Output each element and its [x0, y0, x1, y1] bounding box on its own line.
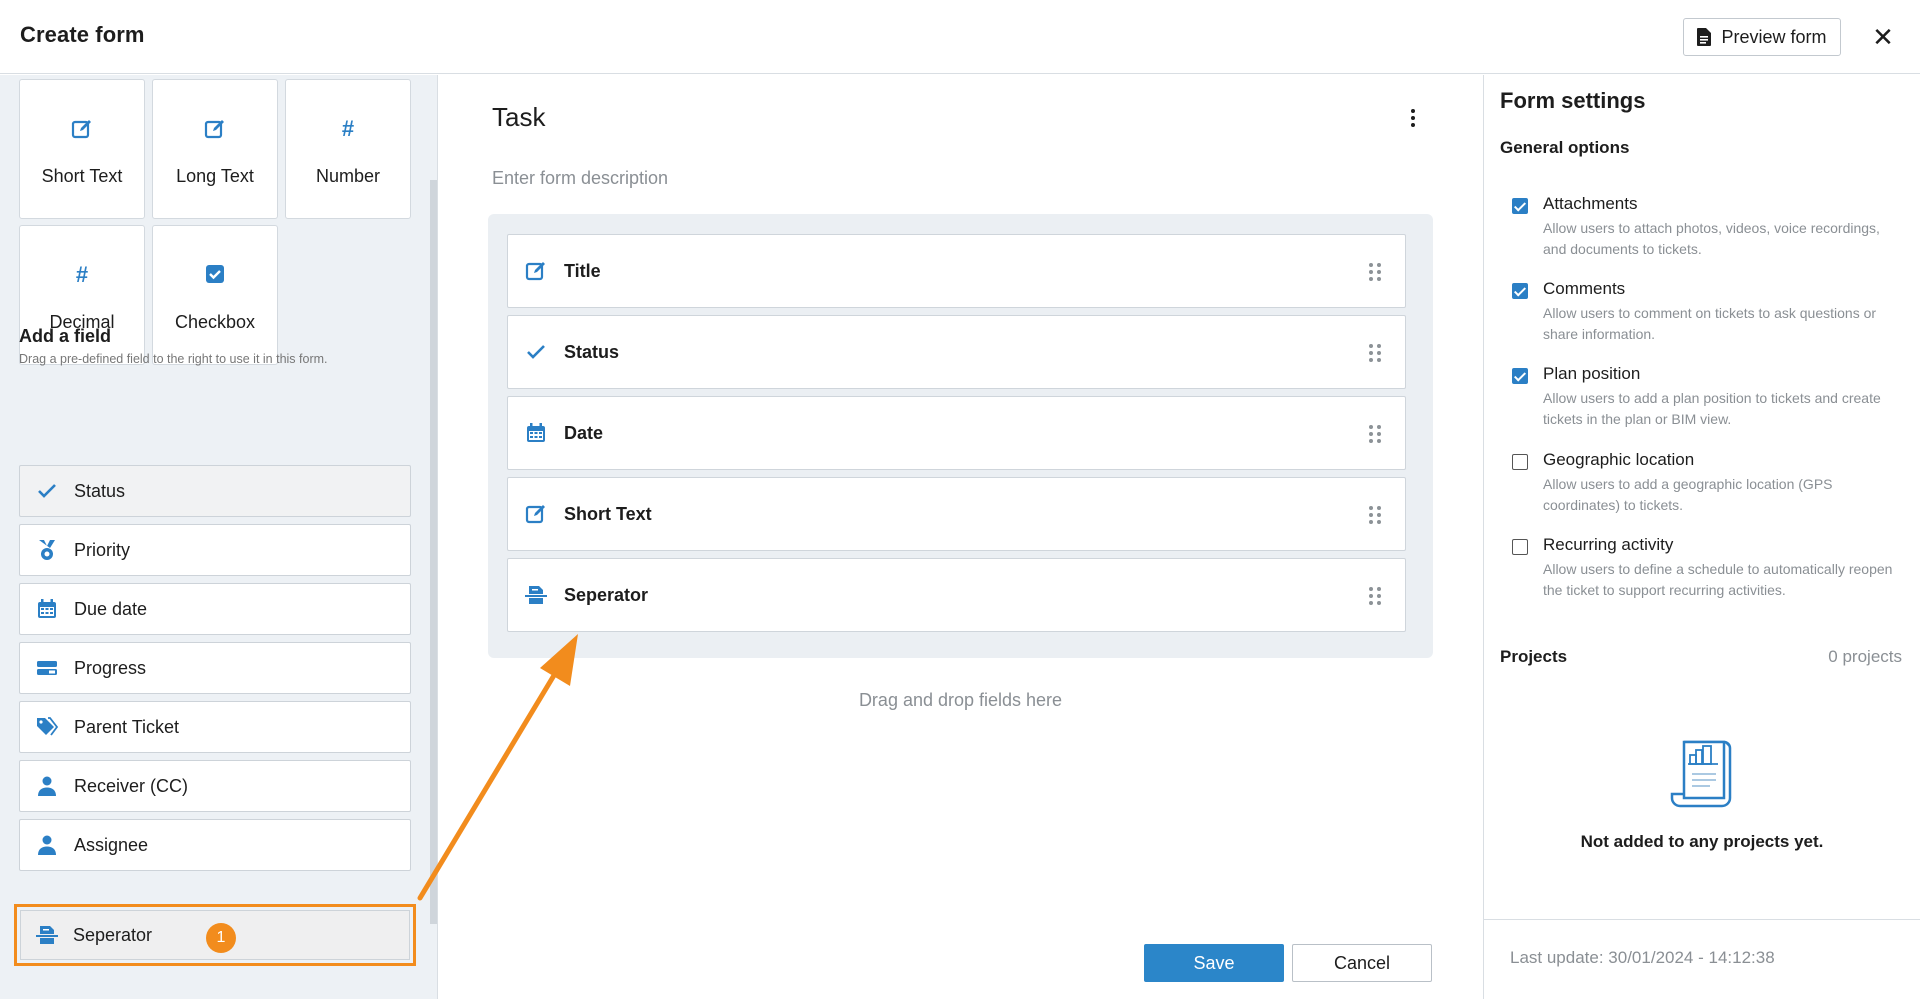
form-settings-title: Form settings — [1500, 88, 1646, 113]
hash-icon: # — [341, 116, 355, 141]
projects-label: Projects — [1500, 647, 1568, 666]
separator-icon — [525, 586, 547, 604]
drag-handle-icon[interactable] — [1369, 425, 1381, 443]
add-field-separator-highlighted[interactable]: Seperator 1 — [14, 904, 416, 966]
form-field-separator[interactable]: Seperator — [507, 558, 1406, 632]
edit-icon — [525, 505, 545, 524]
form-field-short-text[interactable]: Short Text — [507, 477, 1406, 551]
separator-label: Seperator — [73, 924, 153, 945]
form-field-date[interactable]: Date — [507, 396, 1406, 470]
geographic-location-checkbox[interactable] — [1512, 454, 1528, 470]
add-field-priority[interactable]: Priority — [19, 524, 411, 576]
form-field-label: Status — [564, 341, 620, 362]
form-field-label: Title — [564, 260, 601, 281]
form-field-label: Date — [564, 422, 604, 443]
add-field-label: Assignee — [74, 834, 149, 855]
field-type-number[interactable]: # Number — [285, 79, 411, 219]
add-field-label: Priority — [74, 539, 131, 560]
more-options-icon[interactable] — [1402, 104, 1424, 132]
empty-projects-icon — [1670, 740, 1732, 808]
option-label: Attachments — [1543, 194, 1638, 213]
field-type-checkbox[interactable]: Checkbox — [152, 225, 278, 365]
option-description: Allow users to add a geographic location… — [1543, 476, 1833, 513]
step-badge: 1 — [206, 923, 236, 953]
field-type-long-text[interactable]: Long Text — [152, 79, 278, 219]
add-field-receiver-cc[interactable]: Receiver (CC) — [19, 760, 411, 812]
footer-divider — [1484, 919, 1920, 920]
add-field-parent-ticket[interactable]: Parent Ticket — [19, 701, 411, 753]
field-type-label: Long Text — [176, 166, 254, 186]
attachments-checkbox[interactable] — [1512, 198, 1528, 214]
edit-icon — [204, 120, 224, 139]
field-type-label: Checkbox — [174, 312, 256, 332]
document-icon — [1697, 28, 1712, 46]
calendar-icon — [38, 599, 56, 618]
option-label: Comments — [1543, 279, 1626, 298]
calendar-icon — [527, 423, 545, 442]
option-description: Allow users to add a plan position to ti… — [1543, 390, 1881, 427]
panel-divider — [437, 75, 438, 999]
panel-divider — [1483, 75, 1484, 999]
hash-icon: # — [75, 262, 89, 287]
option-label: Plan position — [1543, 364, 1641, 383]
option-label: Geographic location — [1543, 450, 1695, 469]
preview-form-label: Preview form — [1721, 26, 1827, 47]
recurring-activity-checkbox[interactable] — [1512, 539, 1528, 555]
add-field-label: Receiver (CC) — [74, 775, 189, 796]
add-field-label: Status — [74, 480, 126, 501]
progress-icon — [37, 661, 57, 675]
drag-handle-icon[interactable] — [1369, 344, 1381, 362]
field-type-label: Number — [315, 166, 381, 186]
add-field-assignee[interactable]: Assignee — [19, 819, 411, 871]
projects-count: 0 projects — [1828, 647, 1902, 666]
tag-icon — [37, 717, 58, 736]
user-icon — [38, 835, 56, 855]
general-options-title: General options — [1500, 138, 1630, 157]
add-field-status[interactable]: Status — [19, 465, 411, 517]
plan-position-checkbox[interactable] — [1512, 368, 1528, 384]
form-field-title[interactable]: Title — [507, 234, 1406, 308]
top-bar: Create form Preview form ✕ — [0, 0, 1920, 74]
option-label: Recurring activity — [1543, 535, 1674, 554]
field-type-short-text[interactable]: Short Text — [19, 79, 145, 219]
form-field-label: Short Text — [564, 503, 652, 524]
add-field-subtitle: Drag a pre-defined field to the right to… — [19, 352, 328, 366]
empty-projects-text: Not added to any projects yet. — [1580, 832, 1824, 851]
drag-handle-icon[interactable] — [1369, 587, 1381, 605]
form-description-input[interactable]: Enter form description — [492, 168, 668, 189]
form-title[interactable]: Task — [492, 102, 545, 133]
separator-icon — [36, 926, 58, 944]
comments-checkbox[interactable] — [1512, 283, 1528, 299]
user-icon — [38, 776, 56, 796]
field-type-label: Short Text — [41, 166, 123, 186]
last-update-text: Last update: 30/01/2024 - 14:12:38 — [1510, 948, 1775, 967]
add-field-progress[interactable]: Progress — [19, 642, 411, 694]
preview-form-button[interactable]: Preview form — [1683, 18, 1841, 56]
add-field-label: Parent Ticket — [74, 716, 180, 737]
check-icon — [527, 345, 545, 359]
add-field-due-date[interactable]: Due date — [19, 583, 411, 635]
drag-handle-icon[interactable] — [1369, 263, 1381, 281]
save-button[interactable]: Save — [1144, 944, 1284, 982]
left-scrollbar[interactable] — [430, 180, 437, 924]
cancel-button[interactable]: Cancel — [1292, 944, 1432, 982]
add-field-label: Progress — [74, 657, 147, 678]
option-description: Allow users to comment on tickets to ask… — [1543, 305, 1877, 342]
form-field-status[interactable]: Status — [507, 315, 1406, 389]
page-title: Create form — [20, 22, 145, 47]
check-icon — [38, 484, 56, 498]
drop-hint: Drag and drop fields here — [858, 690, 1063, 710]
option-description: Allow users to define a schedule to auto… — [1543, 561, 1893, 598]
edit-icon — [525, 262, 545, 281]
option-description: Allow users to attach photos, videos, vo… — [1543, 220, 1880, 257]
edit-icon — [71, 120, 91, 139]
checkbox-icon — [206, 265, 224, 283]
add-field-title: Add a field — [19, 326, 112, 346]
medal-icon — [39, 540, 55, 560]
form-field-label: Seperator — [564, 584, 649, 605]
drag-handle-icon[interactable] — [1369, 506, 1381, 524]
add-field-label: Due date — [74, 598, 148, 619]
close-icon[interactable]: ✕ — [1868, 20, 1898, 54]
